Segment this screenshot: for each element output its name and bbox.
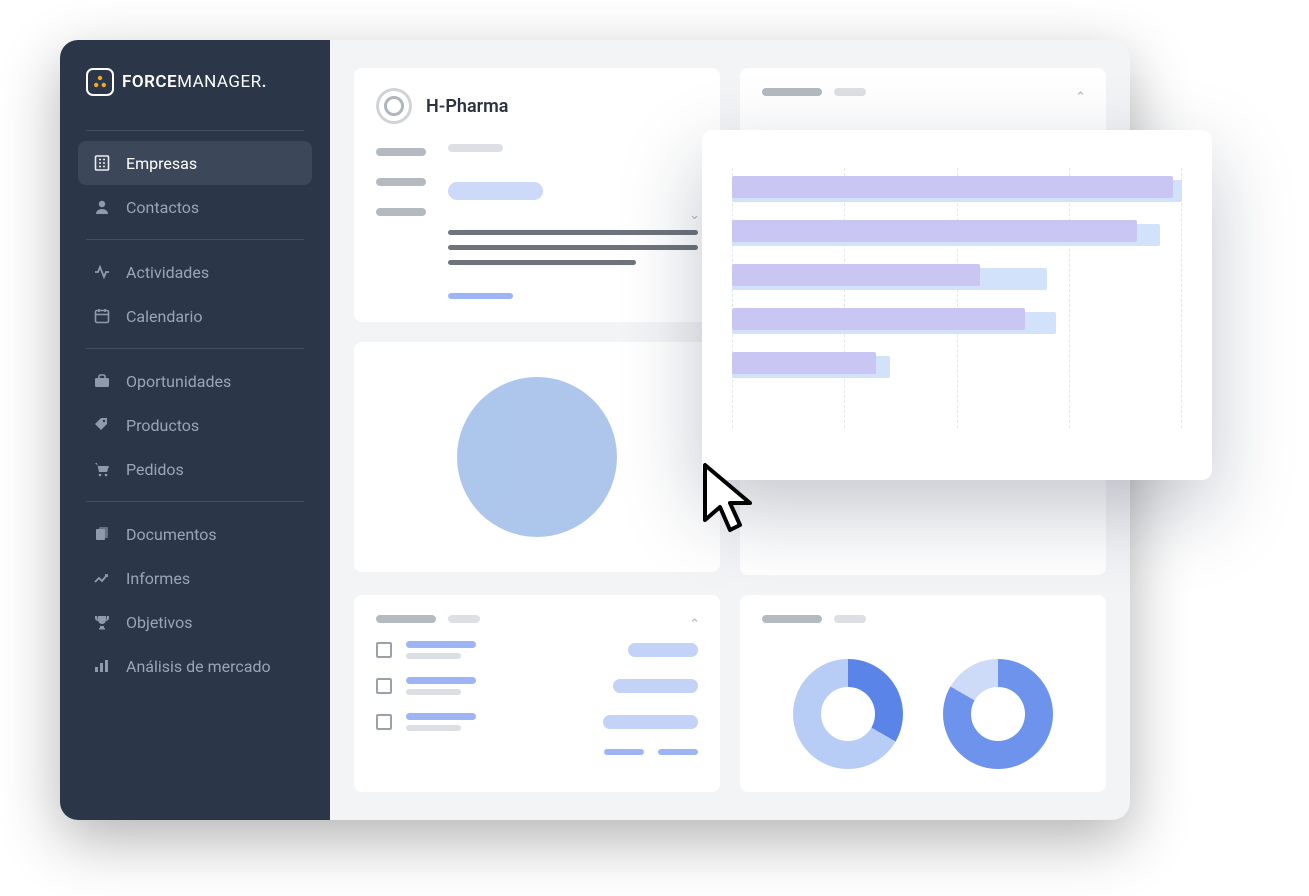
sidebar-item-actividades[interactable]: Actividades — [78, 250, 312, 294]
placeholder-bar — [406, 653, 461, 659]
funnel-bar — [732, 308, 1182, 330]
sidebar-item-productos[interactable]: Productos — [78, 403, 312, 447]
placeholder-pill — [448, 182, 543, 200]
cart-icon — [92, 459, 112, 479]
sidebar-item-objetivos[interactable]: Objetivos — [78, 600, 312, 644]
donut-chart-1 — [793, 659, 903, 769]
placeholder-bar — [834, 88, 866, 96]
placeholder-bar — [448, 144, 503, 152]
building-icon — [92, 153, 112, 173]
task-row[interactable] — [376, 677, 698, 695]
company-avatar-icon — [376, 88, 412, 124]
checkbox[interactable] — [376, 642, 392, 658]
placeholder-bar — [762, 88, 822, 96]
funnel-bar — [732, 220, 1182, 242]
brand-logo: FORCEMANAGER. — [78, 68, 312, 96]
placeholder-bar — [604, 749, 644, 755]
sidebar-item-analisis[interactable]: Análisis de mercado — [78, 644, 312, 688]
placeholder-bar — [406, 677, 476, 684]
chart-line-icon — [92, 568, 112, 588]
placeholder-bar — [406, 725, 461, 731]
placeholder-bar — [376, 615, 436, 623]
sidebar-item-label: Documentos — [126, 525, 217, 544]
placeholder-bar — [834, 615, 866, 623]
placeholder-bar — [406, 689, 461, 695]
placeholder-bar — [658, 749, 698, 755]
sidebar-item-documentos[interactable]: Documentos — [78, 512, 312, 556]
funnel-chart — [732, 168, 1182, 428]
sidebar-item-label: Empresas — [126, 154, 197, 173]
chevron-up-icon[interactable]: ⌃ — [1075, 90, 1086, 105]
sidebar-item-pedidos[interactable]: Pedidos — [78, 447, 312, 491]
placeholder-link — [448, 293, 513, 299]
placeholder-bar — [448, 615, 480, 623]
chevron-up-icon[interactable]: ⌃ — [689, 617, 700, 632]
tag-icon — [92, 415, 112, 435]
task-row[interactable] — [376, 641, 698, 659]
tasks-card[interactable]: ⌃ — [354, 595, 720, 792]
divider — [86, 501, 304, 502]
sidebar: FORCEMANAGER. Empresas Contactos Activid… — [60, 40, 330, 820]
company-title: H-Pharma — [426, 96, 508, 117]
donut-chart-2 — [943, 659, 1053, 769]
sidebar-item-label: Análisis de mercado — [126, 657, 271, 676]
trophy-icon — [92, 612, 112, 632]
activity-icon — [92, 262, 112, 282]
sidebar-item-empresas[interactable]: Empresas — [78, 141, 312, 185]
sidebar-item-label: Productos — [126, 416, 199, 435]
sidebar-item-contactos[interactable]: Contactos — [78, 185, 312, 229]
sidebar-item-label: Actividades — [126, 263, 209, 282]
chevron-down-icon[interactable]: ⌄ — [689, 208, 700, 223]
sidebar-item-label: Objetivos — [126, 613, 192, 632]
files-icon — [92, 524, 112, 544]
placeholder-bar — [406, 713, 476, 720]
status-pill — [628, 643, 698, 657]
placeholder-bar — [376, 208, 426, 216]
status-pill — [613, 679, 698, 693]
sidebar-item-label: Contactos — [126, 198, 199, 217]
calendar-icon — [92, 306, 112, 326]
placeholder-line — [448, 260, 636, 265]
placeholder-bar — [376, 148, 426, 156]
placeholder-line — [448, 230, 698, 235]
sidebar-item-label: Oportunidades — [126, 372, 231, 391]
sidebar-item-label: Informes — [126, 569, 190, 588]
placeholder-line — [448, 245, 698, 250]
company-card[interactable]: H-Pharma — [354, 68, 720, 322]
task-row[interactable] — [376, 713, 698, 731]
pie-card[interactable] — [354, 342, 720, 572]
divider — [86, 348, 304, 349]
brand-name: FORCEMANAGER. — [122, 72, 267, 92]
donuts-card[interactable] — [740, 595, 1106, 792]
checkbox[interactable] — [376, 678, 392, 694]
sidebar-item-calendario[interactable]: Calendario — [78, 294, 312, 338]
floating-funnel-card[interactable] — [702, 130, 1212, 480]
placeholder-bar — [762, 615, 822, 623]
bars-icon — [92, 656, 112, 676]
brand-icon — [86, 68, 114, 96]
sidebar-item-oportunidades[interactable]: Oportunidades — [78, 359, 312, 403]
divider — [86, 239, 304, 240]
sidebar-item-informes[interactable]: Informes — [78, 556, 312, 600]
funnel-bar — [732, 352, 1182, 374]
user-icon — [92, 197, 112, 217]
funnel-bar — [732, 176, 1182, 198]
briefcase-icon — [92, 371, 112, 391]
placeholder-bar — [376, 178, 426, 186]
status-pill — [603, 715, 698, 729]
placeholder-bar — [406, 641, 476, 648]
sidebar-item-label: Calendario — [126, 307, 203, 326]
sidebar-item-label: Pedidos — [126, 460, 184, 479]
checkbox[interactable] — [376, 714, 392, 730]
divider — [86, 130, 304, 131]
funnel-bar — [732, 264, 1182, 286]
pie-chart — [457, 377, 617, 537]
